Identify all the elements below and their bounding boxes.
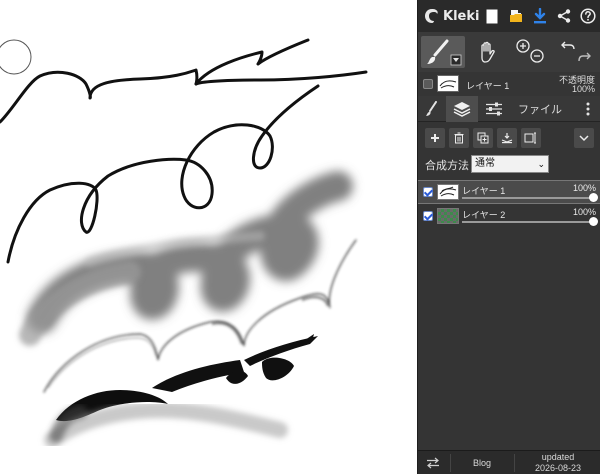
- help-button[interactable]: [576, 0, 600, 32]
- delete-layer-button[interactable]: [449, 128, 469, 148]
- layer-opacity-slider[interactable]: [462, 197, 594, 199]
- new-image-icon: [486, 9, 498, 23]
- bottom-bar: Blog updated 2026-08-23: [418, 450, 600, 474]
- hand-tool-icon: [481, 41, 495, 63]
- merge-down-icon: [501, 133, 513, 144]
- layer-visibility-checkbox[interactable]: [423, 187, 433, 197]
- layer-item-2[interactable]: レイヤー 2 100%: [418, 205, 600, 229]
- layer-opacity: 100%: [572, 183, 596, 193]
- add-layer-button[interactable]: [425, 128, 445, 148]
- hand-tool-button[interactable]: [470, 36, 504, 68]
- current-layer-thumbnail: [437, 75, 459, 92]
- brush-icon: [426, 101, 437, 116]
- blend-mode-select[interactable]: 通常 ⌄: [471, 155, 549, 173]
- tab-adjust[interactable]: [478, 96, 510, 122]
- collapse-chevron-icon: [579, 135, 589, 142]
- updated-date: 2026-08-23: [534, 463, 582, 473]
- swap-arrows-icon: [427, 457, 439, 469]
- sliders-icon: [486, 102, 502, 116]
- layer-name: レイヤー 2: [462, 210, 506, 220]
- history-buttons: [556, 36, 598, 68]
- download-icon: [534, 8, 546, 24]
- chevron-down-icon: ⌄: [537, 159, 545, 169]
- app-name: Kleki: [443, 8, 480, 24]
- layer-thumbnail: [437, 208, 459, 224]
- help-icon: [580, 8, 596, 24]
- collapse-button[interactable]: [574, 128, 594, 148]
- bold-stroke-shadow: [44, 401, 288, 448]
- side-panel: Kleki レイヤー 1 不透明度 100% ファイル 合成方法 通常 ⌄ レイ…: [417, 0, 600, 474]
- history-icons: [561, 41, 591, 62]
- redo-icon[interactable]: [578, 52, 591, 62]
- zoom-in-icon[interactable]: [516, 39, 530, 53]
- layer-visibility-checkbox[interactable]: [423, 211, 433, 221]
- panel-tabs: ファイル: [418, 96, 600, 122]
- canvas-artwork: [0, 38, 368, 448]
- more-vertical-icon: [586, 102, 590, 116]
- layer-thumbnail: [437, 184, 459, 200]
- delete-layer-icon: [454, 132, 464, 144]
- swap-side-button[interactable]: [418, 451, 448, 474]
- blend-mode-row: 合成方法 通常 ⌄: [418, 154, 600, 176]
- opacity-value: 100%: [571, 84, 595, 94]
- layer-opacity-slider[interactable]: [462, 221, 594, 223]
- share-button[interactable]: [552, 0, 576, 32]
- tab-file[interactable]: ファイル: [514, 96, 566, 122]
- tab-more[interactable]: [576, 96, 600, 122]
- blend-mode-label: 合成方法: [425, 160, 469, 172]
- layer-options-icon: [524, 132, 536, 144]
- tab-brush[interactable]: [418, 96, 446, 122]
- merge-down-button[interactable]: [497, 128, 517, 148]
- layer-name: レイヤー 1: [462, 186, 506, 196]
- zoom-out-icon[interactable]: [530, 49, 544, 63]
- brush-tool-button[interactable]: [421, 36, 465, 68]
- zoom-icons: [516, 39, 544, 63]
- current-layer-name: レイヤー 1: [466, 81, 510, 91]
- add-layer-icon: [431, 134, 439, 142]
- layer-options-button[interactable]: [521, 128, 541, 148]
- layer-opacity: 100%: [572, 207, 596, 217]
- drawing-canvas[interactable]: [0, 0, 417, 474]
- undo-icon[interactable]: [561, 41, 575, 50]
- share-icon: [557, 9, 571, 23]
- blend-mode-value: 通常: [475, 158, 495, 169]
- blog-link[interactable]: Blog: [458, 451, 506, 474]
- open-file-button[interactable]: [504, 0, 528, 32]
- tool-row: [418, 32, 600, 72]
- layers-icon: [453, 102, 471, 117]
- layer-item-1[interactable]: レイヤー 1 100%: [418, 180, 600, 204]
- zoom-buttons: [512, 36, 550, 68]
- duplicate-layer-button[interactable]: [473, 128, 493, 148]
- brush-cursor: [0, 39, 32, 75]
- ink-stroke-top-tail: [194, 70, 368, 86]
- kleki-logo-icon: [425, 9, 438, 23]
- tab-layers[interactable]: [446, 96, 478, 122]
- update-info[interactable]: updated 2026-08-23: [518, 451, 598, 474]
- top-bar: Kleki: [418, 0, 600, 32]
- layer-actions: [418, 126, 600, 152]
- current-layer-toggle[interactable]: [423, 79, 433, 89]
- layer-opacity-knob[interactable]: [589, 217, 598, 226]
- open-folder-icon: [510, 10, 522, 22]
- current-layer-bar: レイヤー 1 不透明度 100%: [418, 72, 600, 96]
- app-logo[interactable]: Kleki: [418, 0, 480, 32]
- duplicate-layer-icon: [477, 132, 489, 144]
- layer-opacity-knob[interactable]: [589, 193, 598, 202]
- brush-tool-icon: [427, 39, 462, 66]
- updated-label: updated: [541, 452, 575, 462]
- save-button[interactable]: [528, 0, 552, 32]
- new-image-button[interactable]: [480, 0, 504, 32]
